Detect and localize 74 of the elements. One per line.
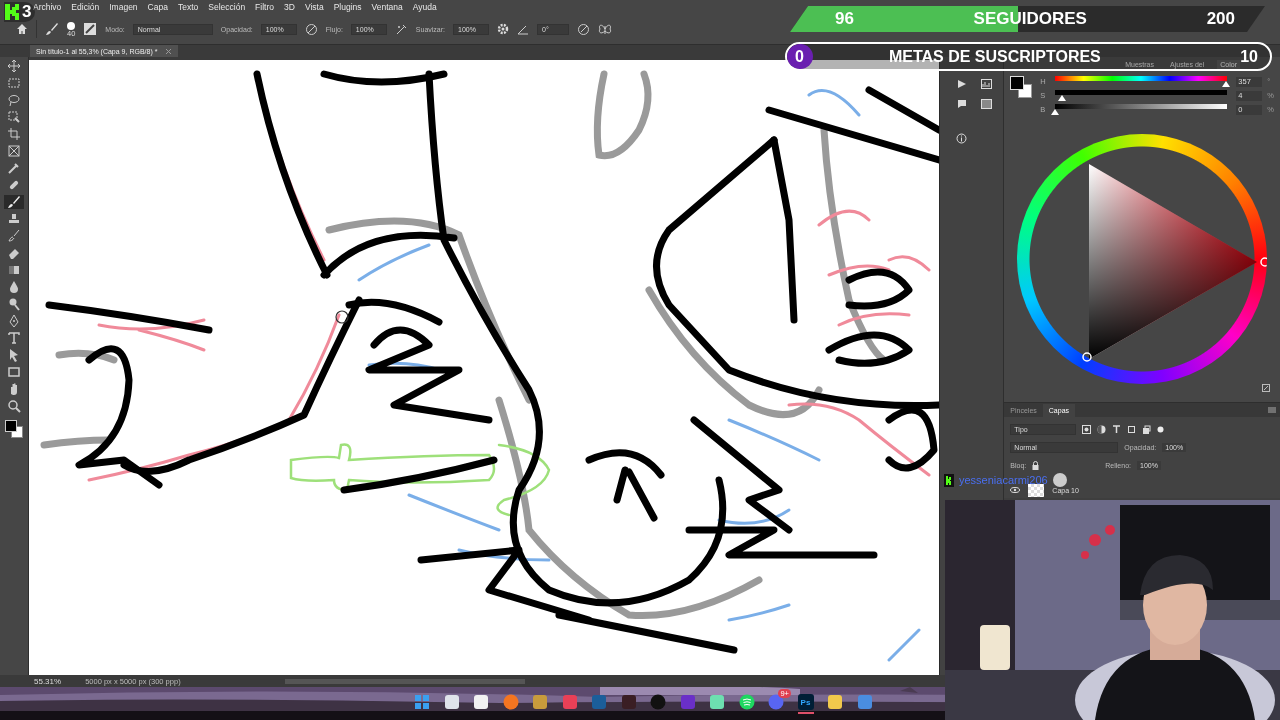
app-icon bbox=[709, 694, 725, 711]
butterfly-icon[interactable] bbox=[598, 22, 613, 36]
adjustment-filter-icon[interactable] bbox=[1097, 424, 1107, 434]
tool-icon bbox=[7, 59, 22, 74]
slider-thumb[interactable] bbox=[1051, 109, 1060, 116]
goal-target: 200 bbox=[1206, 9, 1235, 29]
adjustments-icon[interactable] bbox=[981, 99, 993, 110]
tool-icon bbox=[7, 399, 22, 414]
tool-icon bbox=[7, 246, 22, 261]
play-icon[interactable] bbox=[956, 79, 967, 90]
angle-icon[interactable] bbox=[517, 23, 530, 36]
app-icon bbox=[650, 694, 666, 711]
tool-icon bbox=[7, 229, 22, 244]
app-icon bbox=[502, 694, 519, 711]
logo-icon bbox=[944, 473, 954, 487]
app-icon bbox=[827, 694, 843, 711]
scrollbar[interactable] bbox=[284, 678, 525, 684]
tool-icon bbox=[7, 195, 22, 210]
goal-current: 96 bbox=[835, 9, 854, 29]
menu-item[interactable]: Texto bbox=[172, 2, 204, 13]
close-icon[interactable] bbox=[165, 47, 173, 55]
foreground-color-swatch[interactable] bbox=[1010, 76, 1025, 91]
menu-item[interactable]: Ayuda bbox=[407, 2, 442, 13]
expand-icon[interactable] bbox=[1262, 384, 1270, 393]
app-icon bbox=[768, 694, 784, 711]
menu-icon[interactable] bbox=[1268, 407, 1276, 414]
gear-icon[interactable] bbox=[497, 23, 510, 36]
menu-item[interactable]: Capa bbox=[142, 2, 173, 13]
brush-icon[interactable] bbox=[45, 22, 59, 37]
tool-icon bbox=[7, 365, 22, 380]
tool-icon bbox=[7, 297, 22, 312]
home-icon[interactable] bbox=[16, 23, 28, 36]
logo-number: 3 bbox=[22, 2, 32, 22]
app-icon bbox=[532, 694, 548, 711]
foreground-color-swatch[interactable] bbox=[5, 420, 18, 433]
menu-item[interactable]: Edición bbox=[66, 2, 105, 13]
app-icon bbox=[591, 694, 607, 711]
pressure-icon[interactable] bbox=[304, 22, 318, 36]
toggle-dot-icon[interactable] bbox=[1157, 425, 1165, 433]
menu-item[interactable]: Vista bbox=[299, 2, 329, 13]
pressure-size-icon[interactable] bbox=[577, 22, 591, 36]
tool-button[interactable] bbox=[4, 195, 25, 210]
menu-item[interactable]: Imagen bbox=[104, 2, 143, 13]
windows-icon bbox=[414, 694, 430, 711]
smart-object-filter-icon[interactable] bbox=[1142, 424, 1152, 434]
goal-target: 10 bbox=[1240, 47, 1258, 66]
brush-cursor-icon bbox=[335, 310, 349, 325]
tool-icon bbox=[7, 93, 22, 108]
logo-icon bbox=[4, 3, 20, 21]
chat-username: yesseniacarmi206 bbox=[959, 474, 1048, 486]
goal-current: 0 bbox=[795, 47, 804, 66]
eye-icon[interactable] bbox=[1010, 487, 1021, 494]
lock-icon[interactable] bbox=[1032, 460, 1040, 470]
image-filter-icon[interactable] bbox=[1082, 424, 1092, 434]
comment-icon[interactable] bbox=[956, 99, 967, 110]
app-icon bbox=[738, 694, 755, 711]
histogram-icon[interactable] bbox=[981, 79, 993, 90]
tool-icon bbox=[7, 110, 22, 125]
zoom-level: 55.31% bbox=[34, 676, 62, 686]
tool-icon bbox=[7, 127, 22, 142]
app-icon bbox=[473, 694, 489, 711]
menu-item[interactable]: Ventana bbox=[366, 2, 408, 13]
tool-icon bbox=[7, 331, 22, 346]
menu-item[interactable]: Filtro bbox=[250, 2, 279, 13]
shape-filter-icon[interactable] bbox=[1127, 424, 1137, 434]
menu-item[interactable]: 3D bbox=[279, 2, 300, 13]
tool-icon bbox=[7, 76, 22, 91]
menu-item[interactable]: Plugins bbox=[328, 2, 367, 13]
info-icon[interactable] bbox=[956, 133, 968, 145]
tool-icon bbox=[7, 144, 22, 159]
type-filter-icon[interactable] bbox=[1112, 424, 1122, 434]
brush-panel-icon[interactable] bbox=[83, 22, 98, 37]
airbrush-icon[interactable] bbox=[394, 22, 408, 36]
menu-item[interactable]: Selección bbox=[203, 2, 251, 13]
